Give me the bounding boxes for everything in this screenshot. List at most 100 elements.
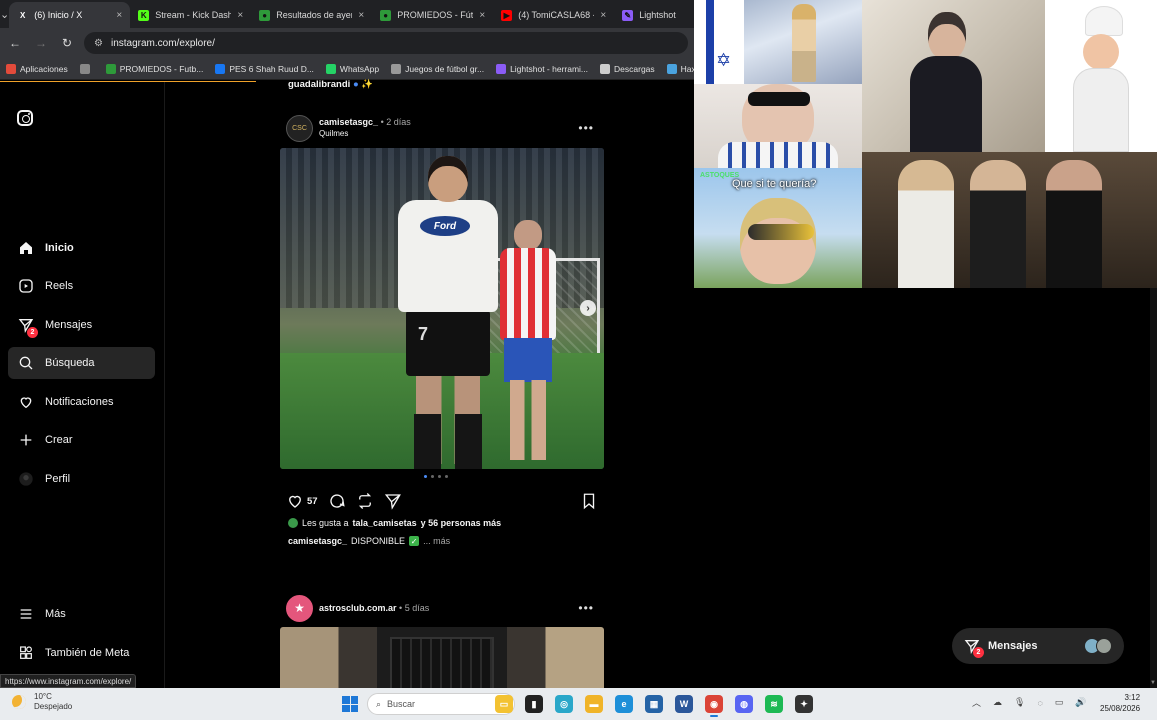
terminal-icon[interactable]: ▮ <box>525 695 543 713</box>
tab-search-icon[interactable]: ⌄ <box>0 0 9 28</box>
sidebar-item-meta[interactable]: También de Meta <box>8 637 155 669</box>
bookmark-item[interactable]: Juegos de fútbol gr... <box>391 63 484 74</box>
browser-tab[interactable]: ● Resultados de ayer × <box>251 2 372 28</box>
repost-button[interactable] <box>356 492 374 510</box>
forward-icon[interactable]: → <box>32 34 50 52</box>
bookmark-item[interactable]: PES 6 Shah Ruud D... <box>215 63 314 74</box>
back-icon[interactable]: ← <box>6 34 24 52</box>
more-options-icon[interactable]: ••• <box>578 121 594 135</box>
onedrive-icon[interactable]: ☁ <box>993 697 1002 708</box>
menu-icon <box>17 606 34 623</box>
browser-tab[interactable]: ✎Lightshot× <box>614 2 694 28</box>
avatar-text: CSC <box>292 124 307 132</box>
sidebar-item-messenger[interactable]: 2 Mensajes <box>8 309 155 341</box>
bookmark-item[interactable]: Descargas <box>600 63 655 74</box>
chevron-up-icon[interactable]: ︿ <box>972 696 981 709</box>
spotify-icon[interactable]: ≋ <box>765 695 783 713</box>
reload-icon[interactable]: ↻ <box>58 34 76 52</box>
sidebar-item-label: Más <box>45 608 66 620</box>
post-avatar[interactable]: ★ <box>286 594 313 622</box>
microphone-icon[interactable]: 🎙 <box>1014 697 1025 708</box>
taskbar-search[interactable]: ⌕ Buscar <box>367 693 515 715</box>
tab-title: Resultados de ayer <box>276 10 353 20</box>
carousel-next-icon[interactable]: › <box>580 300 596 316</box>
store-icon[interactable]: ▦ <box>645 695 663 713</box>
save-button[interactable] <box>580 492 598 510</box>
post-username[interactable]: camisetasgc_ <box>319 117 378 127</box>
more-options-icon[interactable]: ••• <box>578 601 594 615</box>
post-photo[interactable]: 7 Ford › <box>280 148 604 469</box>
copilot-icon[interactable]: ◎ <box>555 695 573 713</box>
previous-post-username[interactable]: guadalibrandi ● ✨ <box>288 79 373 90</box>
word-icon[interactable]: W <box>675 695 693 713</box>
singer-image <box>744 0 862 84</box>
post-header: ★ astrosclub.com.ar • 5 días ••• <box>280 593 604 623</box>
sidebar-item-profile[interactable]: Perfil <box>8 463 155 495</box>
sidebar-item-plus[interactable]: Crear <box>8 424 155 456</box>
close-tab-icon[interactable]: × <box>600 10 606 21</box>
browser-tab[interactable]: K Stream - Kick Dashb × <box>130 2 251 28</box>
browser-tab[interactable]: ● PROMIEDOS - Fútb × <box>372 2 493 28</box>
address-bar[interactable]: ⚙ instagram.com/explore/ <box>84 32 688 54</box>
post-avatar[interactable]: CSC <box>286 114 313 142</box>
link-status-url: https://www.instagram.com/explore/ <box>0 674 137 688</box>
close-tab-icon[interactable]: × <box>358 10 364 21</box>
folder-icon[interactable]: ▬ <box>585 695 603 713</box>
likes-user[interactable]: tala_camisetas <box>353 518 417 528</box>
sidebar-item-home[interactable]: Inicio <box>8 232 155 264</box>
file-explorer-icon[interactable]: ▭ <box>495 695 513 713</box>
taskbar-clock[interactable]: 3:12 25/08/2026 <box>1100 692 1140 714</box>
sidebar-item-search[interactable]: Búsqueda <box>8 347 155 379</box>
sparkle-icon: ✨ <box>361 79 374 90</box>
post-username[interactable]: astrosclub.com.ar <box>319 603 397 613</box>
kick-icon: K <box>138 9 150 21</box>
edge-icon[interactable]: e <box>615 695 633 713</box>
like-button[interactable]: 57 <box>286 492 318 510</box>
scroll-down-icon[interactable]: ▼ <box>1150 680 1156 686</box>
likes-suffix[interactable]: y 56 personas más <box>421 518 502 528</box>
post-location[interactable]: Quilmes <box>319 128 411 140</box>
share-button[interactable] <box>384 492 402 510</box>
chrome-icon[interactable]: ◉ <box>705 695 723 717</box>
post-time[interactable]: 5 días <box>405 603 430 613</box>
tab-bar: ⌄ X (6) Inicio / X × K Stream - Kick Dashb × ●… <box>0 0 694 28</box>
bookmark-item[interactable]: Aplicaciones <box>6 63 68 74</box>
discord-icon[interactable]: ◍ <box>735 695 753 713</box>
bookmark-item[interactable]: WhatsApp <box>325 63 379 74</box>
close-tab-icon[interactable]: × <box>479 10 485 21</box>
windows-start-icon[interactable] <box>342 696 358 712</box>
screen: ⌄ X (6) Inicio / X × K Stream - Kick Dashb × ●… <box>0 0 1157 720</box>
browser-tab[interactable]: ▶ (4) TomiCASLA68 - × <box>493 2 614 28</box>
caption-username[interactable]: camisetasgc_ <box>288 536 347 546</box>
volume-icon[interactable]: 🔊 <box>1075 697 1086 708</box>
comment-button[interactable] <box>328 492 346 510</box>
close-tab-icon[interactable]: × <box>237 10 243 21</box>
post-time[interactable]: 2 días <box>386 117 411 127</box>
comment-icon <box>329 494 345 508</box>
messenger-icon: 2 <box>964 638 984 658</box>
post-photo[interactable] <box>280 627 604 688</box>
site-info-icon[interactable]: ⚙ <box>94 38 103 49</box>
weather-widget[interactable]: 10°C Despejado <box>12 692 72 712</box>
bookmark-item[interactable]: Hax <box>666 63 694 74</box>
bookmark-item[interactable]: Lightshot - herrami... <box>496 63 588 74</box>
browser-tab[interactable]: X (6) Inicio / X × <box>9 2 131 28</box>
liker-avatar[interactable] <box>288 518 298 528</box>
caption-more-link[interactable]: ... más <box>423 536 450 546</box>
display-icon[interactable]: ▭ <box>1055 697 1064 708</box>
sidebar-item-reels[interactable]: Reels <box>8 270 155 302</box>
close-tab-icon[interactable]: × <box>116 10 122 21</box>
messages-pill-label: Mensajes <box>988 640 1038 652</box>
bookmark-label: Aplicaciones <box>20 63 68 74</box>
clock-date: 25/08/2026 <box>1100 704 1141 713</box>
sidebar-item-label: Crear <box>45 434 73 446</box>
sidebar-item-heart[interactable]: Notificaciones <box>8 386 155 418</box>
sidebar-item-menu[interactable]: Más <box>8 598 155 630</box>
network-icon[interactable]: ◌ <box>1037 698 1042 708</box>
messages-pill[interactable]: 2 Mensajes <box>952 628 1124 664</box>
bookmark-item[interactable] <box>79 63 94 74</box>
game-icon[interactable]: ✦ <box>795 695 813 713</box>
instagram-logo-icon[interactable] <box>17 110 33 126</box>
browser-toolbar: ← → ↻ ⚙ instagram.com/explore/ <box>0 28 694 58</box>
bookmark-item[interactable]: PROMIEDOS - Futb... <box>105 63 203 74</box>
